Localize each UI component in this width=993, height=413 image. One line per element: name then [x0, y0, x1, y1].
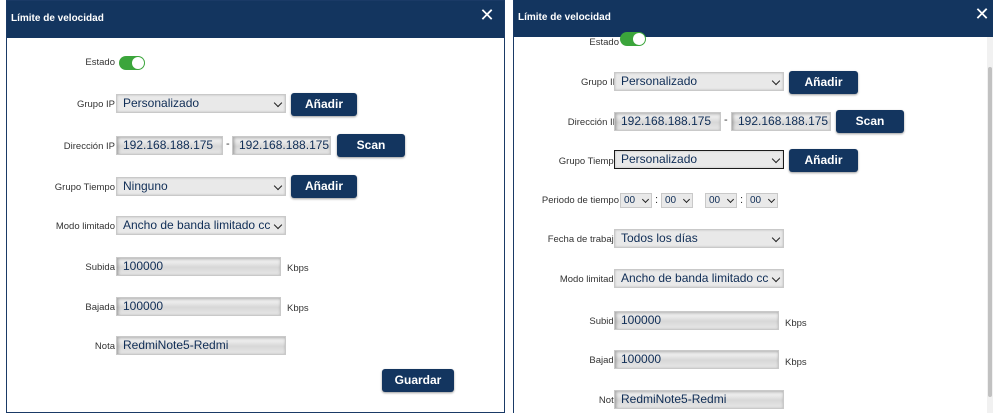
estado-label: Estado [85, 57, 115, 68]
start-minute-select[interactable]: 00 [661, 193, 693, 208]
grupo-ip-select[interactable]: Personalizado [116, 94, 286, 113]
start-hour-value: 00 [624, 195, 636, 206]
ip-range-separator: - [226, 138, 230, 150]
estado-label: Estado [589, 37, 619, 48]
chevron-down-icon [726, 195, 735, 204]
ip-end-field[interactable]: 192.168.188.175 [232, 136, 331, 155]
direccion-ip-label: Dirección IP [63, 141, 115, 152]
end-minute-select[interactable]: 00 [746, 193, 778, 208]
speed-limit-dialog-left: Límite de velocidad ✕ Estado Grupo IP Pe… [6, 0, 505, 413]
chevron-down-icon [273, 98, 283, 108]
vertical-scrollbar[interactable] [987, 37, 993, 413]
nota-field[interactable]: RedmiNote5-Redmi [116, 336, 286, 355]
grupo-tiempo-value: Personalizado [621, 152, 698, 166]
grupo-tiempo-label: Grupo Tiempo [558, 156, 619, 167]
chevron-down-icon [771, 273, 781, 283]
bajada-unit: Kbps [287, 303, 309, 314]
dialog-title: Límite de velocidad [518, 12, 611, 23]
scan-button[interactable]: Scan [836, 110, 904, 133]
chevron-down-icon [767, 195, 776, 204]
ip-end-field[interactable]: 192.168.188.175 [731, 112, 831, 131]
chevron-down-icon [771, 154, 781, 164]
scan-button[interactable]: Scan [337, 134, 405, 157]
nota-field[interactable]: RedmiNote5-Redmi [614, 390, 784, 409]
start-hour-select[interactable]: 00 [620, 193, 652, 208]
chevron-down-icon [641, 195, 650, 204]
chevron-down-icon [273, 181, 283, 191]
modo-value: Ancho de banda limitado cc [621, 271, 769, 285]
speed-limit-dialog-right: Límite de velocidad ✕ Estado Grupo IP Pe… [513, 0, 993, 413]
time-colon: : [655, 194, 659, 206]
scrollbar-thumb[interactable] [988, 67, 992, 397]
chevron-down-icon [273, 220, 283, 230]
subida-label: Subida [85, 262, 115, 273]
estado-toggle[interactable] [119, 56, 145, 70]
estado-toggle[interactable] [620, 32, 646, 46]
chevron-down-icon [771, 233, 781, 243]
toggle-knob [132, 57, 144, 69]
grupo-ip-select[interactable]: Personalizado [614, 72, 784, 91]
subida-field[interactable]: 100000 [614, 311, 779, 330]
nota-label: Nota [94, 341, 115, 352]
grupo-ip-value: Personalizado [123, 96, 200, 110]
fecha-value: Todos los días [621, 231, 698, 245]
ip-start-field[interactable]: 192.168.188.175 [116, 136, 223, 155]
time-colon: : [740, 194, 744, 206]
ip-range-separator: - [724, 114, 728, 126]
start-minute-value: 00 [665, 195, 677, 206]
end-minute-value: 00 [750, 195, 762, 206]
add-time-group-button[interactable]: Añadir [291, 175, 357, 198]
add-ip-group-button[interactable]: Añadir [789, 71, 858, 94]
subida-field[interactable]: 100000 [116, 257, 281, 276]
ip-start-field[interactable]: 192.168.188.175 [614, 112, 721, 131]
bajada-field[interactable]: 100000 [614, 350, 779, 369]
modo-label: Modo limitado [559, 274, 619, 285]
modo-select[interactable]: Ancho de banda limitado cc [614, 269, 784, 288]
add-ip-group-button[interactable]: Añadir [291, 93, 357, 116]
grupo-tiempo-label: Grupo Tiempo [54, 182, 115, 193]
subida-unit: Kbps [287, 263, 309, 274]
grupo-tiempo-select[interactable]: Ninguno [116, 177, 286, 196]
modo-value: Ancho de banda limitado cc [123, 218, 271, 232]
grupo-ip-value: Personalizado [621, 74, 698, 88]
chevron-down-icon [682, 195, 691, 204]
periodo-label: Periodo de tiempo [541, 195, 619, 206]
bajada-unit: Kbps [785, 357, 807, 368]
dialog-title: Límite de velocidad [11, 13, 104, 24]
direccion-ip-label: Dirección IP [567, 117, 619, 128]
fecha-label: Fecha de trabajo [547, 234, 619, 245]
modo-label: Modo limitado [55, 221, 115, 232]
close-icon[interactable]: ✕ [971, 4, 993, 26]
add-time-group-button[interactable]: Añadir [789, 149, 858, 172]
modo-select[interactable]: Ancho de banda limitado cc [116, 216, 286, 235]
dialog-titlebar: Límite de velocidad ✕ [7, 1, 504, 38]
chevron-down-icon [771, 76, 781, 86]
bajada-label: Bajada [85, 302, 115, 313]
save-button[interactable]: Guardar [382, 369, 454, 392]
close-icon[interactable]: ✕ [476, 5, 498, 27]
subida-unit: Kbps [785, 318, 807, 329]
fecha-select[interactable]: Todos los días [614, 229, 784, 248]
grupo-tiempo-value: Ninguno [123, 179, 168, 193]
bajada-field[interactable]: 100000 [116, 297, 281, 316]
grupo-tiempo-select[interactable]: Personalizado [614, 150, 784, 169]
end-hour-value: 00 [709, 195, 721, 206]
toggle-knob [633, 33, 645, 45]
grupo-ip-label: Grupo IP [76, 99, 115, 110]
dialog-titlebar: Límite de velocidad ✕ [514, 0, 993, 37]
end-hour-select[interactable]: 00 [705, 193, 737, 208]
